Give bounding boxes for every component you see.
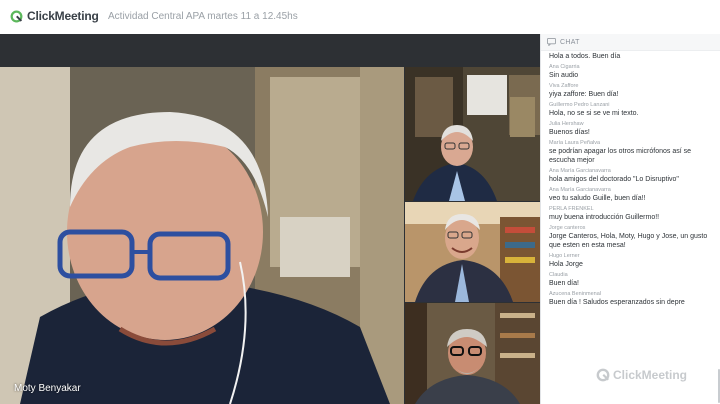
clickmeeting-logo-icon xyxy=(10,10,23,22)
chat-panel: CHAT Hola a todos. Buen día Ana Cigarria… xyxy=(540,34,720,404)
participant-video-feed-3 xyxy=(405,303,540,404)
main-video-feed xyxy=(0,67,404,404)
chat-header[interactable]: CHAT xyxy=(541,34,720,51)
chat-message: Viva Zaffore yiya zaffore: Buen día! xyxy=(541,83,720,99)
chat-message-author: Ana María Garcianavarra xyxy=(549,187,611,193)
chat-message: María Laura Peñalva se podrían apagar lo… xyxy=(541,140,720,165)
chat-message-text: Jorge Canteros, Hola, Moty, Hugo y Jose,… xyxy=(549,233,708,249)
clickmeeting-watermark: ClickMeeting xyxy=(596,368,687,382)
chat-message-author: Azucena Beninmenal xyxy=(549,291,601,297)
chat-message-text: veo tu saludo Guille, buen día!! xyxy=(549,195,646,202)
participant-video-feed-1 xyxy=(405,67,540,201)
chat-message-author: Hugo Lerner xyxy=(549,253,580,259)
chat-message: Ana María Garcianavarra hola amigos del … xyxy=(541,168,720,184)
chat-message-author: Guillermo Pedro Lanzani xyxy=(549,102,610,108)
chat-message-author: Ana María Garcianavarra xyxy=(549,168,611,174)
chat-message-author: Ana Cigarria xyxy=(549,64,580,70)
chat-message-author: María Laura Peñalva xyxy=(549,140,601,146)
chat-message-text: hola amigos del doctorado "Lo Disruptivo… xyxy=(549,176,679,183)
chat-message: Hugo Lerner Hola Jorge xyxy=(541,253,720,269)
participant-video-tile-3[interactable] xyxy=(405,303,540,404)
chat-message-list[interactable]: Hola a todos. Buen día Ana Cigarria Sin … xyxy=(541,51,720,404)
speaker-name-label: Moty Benyakar xyxy=(14,383,81,394)
chat-message: Azucena Beninmenal Buen día ! Saludos es… xyxy=(541,291,720,307)
chat-message-text: Sin audio xyxy=(549,72,579,79)
watermark-text: ClickMeeting xyxy=(613,368,688,382)
chat-message-author: Julia Hershaw xyxy=(549,121,584,127)
chat-message-text: Hola Jorge xyxy=(549,261,583,268)
chat-message-text: Buen día ! Saludos esperanzados sin depr… xyxy=(549,299,685,306)
video-stage: Moty Benyakar xyxy=(0,34,540,404)
chat-message: Ana Cigarria Sin audio xyxy=(541,64,720,80)
participant-video-feed-2 xyxy=(405,202,540,302)
chat-bubble-icon xyxy=(547,38,556,46)
participant-video-tile-2[interactable] xyxy=(405,202,540,302)
chat-message-text: Buenos días! xyxy=(549,129,590,136)
chat-message-text: Buen día! xyxy=(549,280,579,287)
chat-message-author: Viva Zaffore xyxy=(549,83,579,89)
clickmeeting-watermark-icon xyxy=(596,368,610,382)
chat-message: Jorge canteros Jorge Canteros, Hola, Mot… xyxy=(541,225,720,250)
chat-message: Guillermo Pedro Lanzani Hola, no se si s… xyxy=(541,102,720,118)
chat-message-author: Claudia xyxy=(549,272,568,278)
main-video-tile[interactable]: Moty Benyakar xyxy=(0,67,404,404)
logo-text: ClickMeeting xyxy=(27,9,99,23)
meeting-title: Actividad Central APA martes 11 a 12.45h… xyxy=(108,11,298,22)
chat-header-label: CHAT xyxy=(560,38,580,46)
participant-video-tile-1[interactable] xyxy=(405,67,540,201)
chat-message: Hola a todos. Buen día xyxy=(541,52,720,61)
chat-message: Julia Hershaw Buenos días! xyxy=(541,121,720,137)
top-bar: ClickMeeting Actividad Central APA marte… xyxy=(0,0,720,34)
chat-message: Claudia Buen día! xyxy=(541,272,720,288)
chat-message-author: PERLA FRENKEL xyxy=(549,206,594,212)
chat-message: Ana María Garcianavarra veo tu saludo Gu… xyxy=(541,187,720,203)
chat-message-text: muy buena introducción Guillermo!! xyxy=(549,214,660,221)
chat-message-text: Hola a todos. Buen día xyxy=(549,53,621,60)
chat-message-text: Hola, no se si se ve mi texto. xyxy=(549,110,639,117)
chat-message-author: Jorge canteros xyxy=(549,225,586,231)
chat-message-text: yiya zaffore: Buen día! xyxy=(549,91,619,98)
app-logo[interactable]: ClickMeeting xyxy=(10,9,99,23)
chat-message-text: se podrían apagar los otros micrófonos a… xyxy=(549,148,692,164)
chat-message: PERLA FRENKEL muy buena introducción Gui… xyxy=(541,206,720,222)
